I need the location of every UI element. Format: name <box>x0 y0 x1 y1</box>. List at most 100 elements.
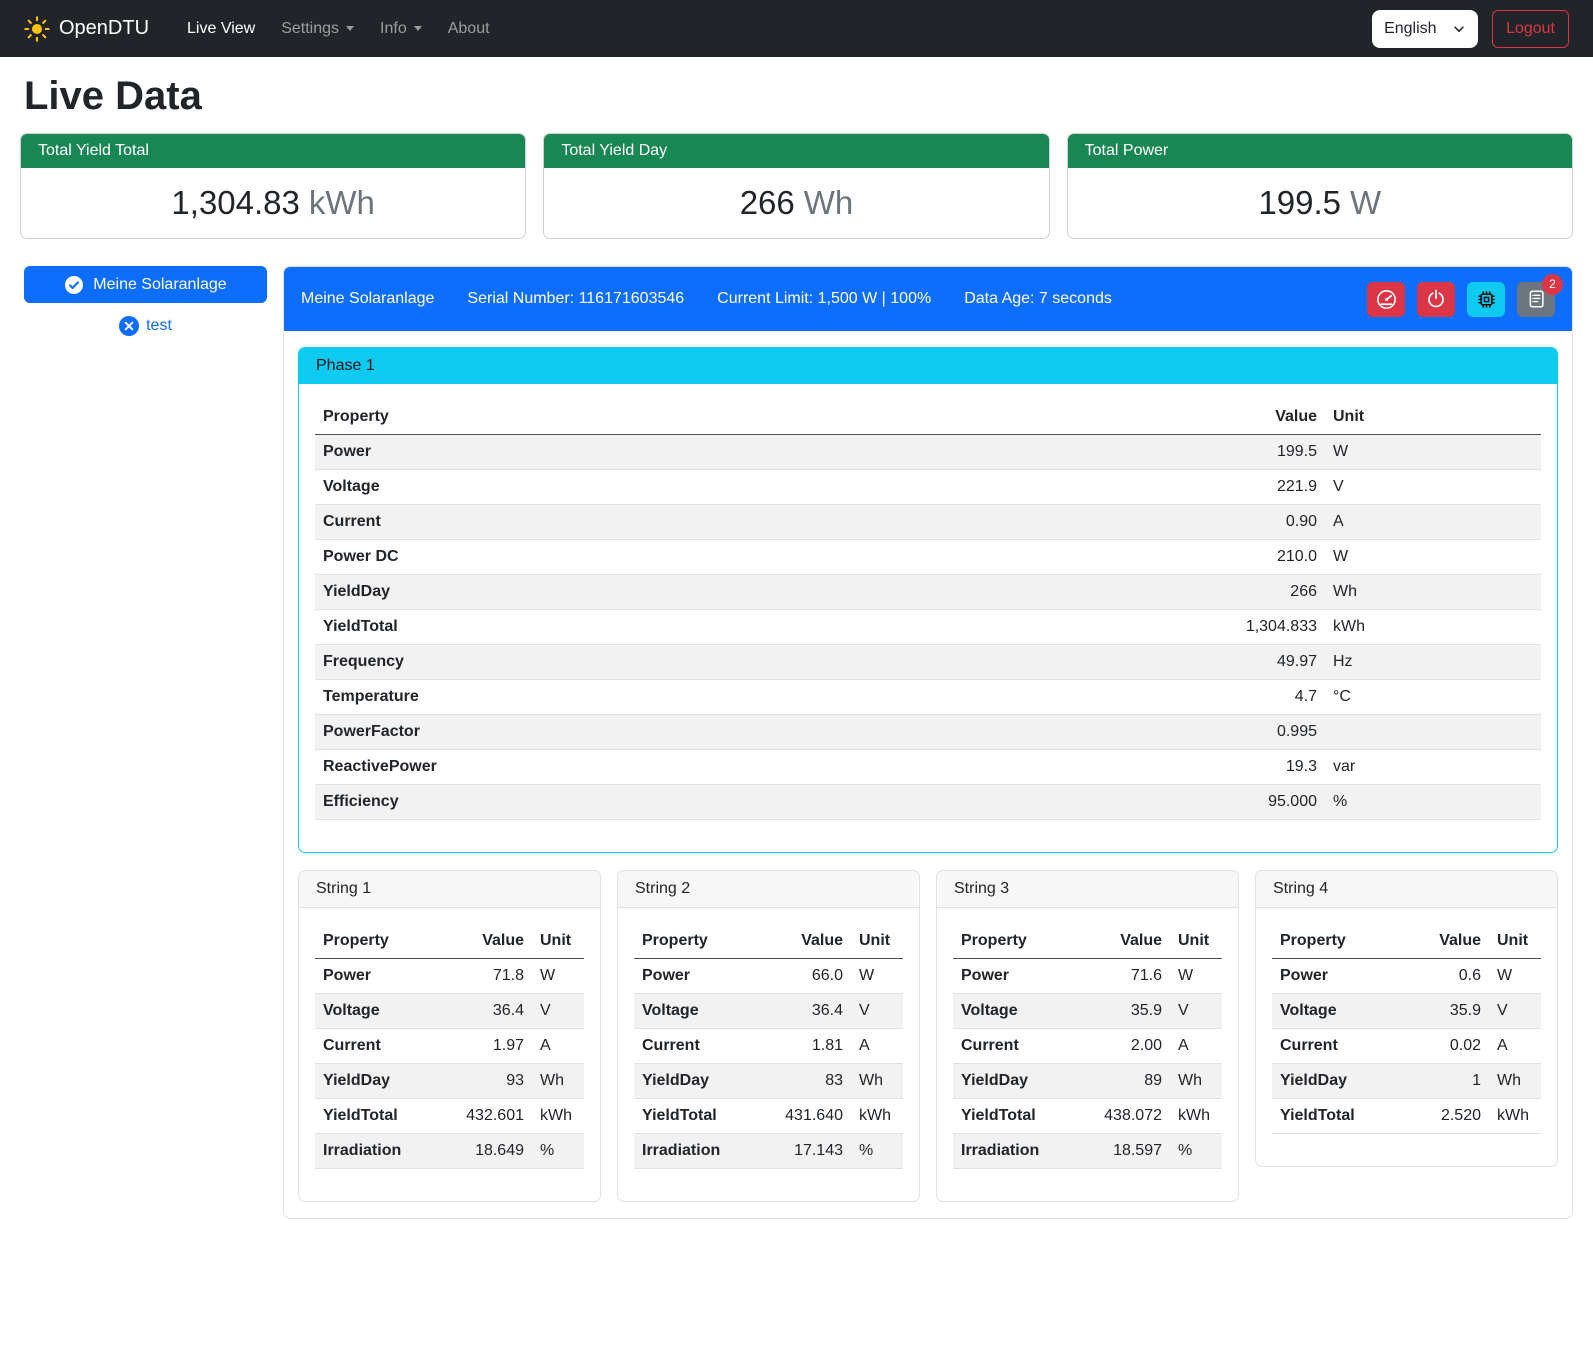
stat-card-title: Total Power <box>1068 134 1572 168</box>
chevron-down-icon <box>1452 22 1466 36</box>
property-cell: Power <box>953 959 1074 994</box>
string-4-table: Property Value Unit Power0.6WVoltage35.9… <box>1272 924 1541 1134</box>
column-header-property: Property <box>315 400 1195 435</box>
table-row: Current1.97A <box>315 1029 584 1064</box>
value-cell: 0.995 <box>1195 715 1325 750</box>
property-cell: YieldDay <box>315 575 1195 610</box>
property-cell: Voltage <box>315 994 436 1029</box>
unit-cell: Hz <box>1325 645 1541 680</box>
cpu-icon <box>1476 289 1497 310</box>
nav-item-live-view[interactable]: Live View <box>177 12 265 46</box>
table-row: YieldTotal1,304.833kWh <box>315 610 1541 645</box>
string-3-card: String 3 Property Value Unit <box>936 870 1239 1202</box>
column-header-unit: Unit <box>1170 924 1222 959</box>
value-cell: 199.5 <box>1195 435 1325 470</box>
unit-cell: V <box>1325 470 1541 505</box>
inverter-link-label: test <box>146 317 172 335</box>
table-row: YieldTotal431.640kWh <box>634 1099 903 1134</box>
property-cell: Current <box>634 1029 755 1064</box>
speedometer-icon <box>1376 289 1397 310</box>
total-yield-day-card: Total Yield Day 266Wh <box>543 133 1049 239</box>
journal-text-icon <box>1526 289 1546 309</box>
property-cell: YieldTotal <box>634 1099 755 1134</box>
brand[interactable]: OpenDTU <box>24 16 149 42</box>
stat-card-title: Total Yield Total <box>21 134 525 168</box>
unit-cell: % <box>1325 785 1541 820</box>
column-header-value: Value <box>436 924 532 959</box>
unit-cell: Wh <box>1170 1064 1222 1099</box>
phase-panel: Phase 1 Property Value Unit <box>298 347 1558 853</box>
chevron-down-icon <box>346 26 354 31</box>
stat-card-value: 1,304.83 <box>171 184 299 221</box>
nav-item-label: Live View <box>187 20 255 38</box>
table-row: Current1.81A <box>634 1029 903 1064</box>
table-row: Efficiency95.000% <box>315 785 1541 820</box>
inverter-actions: 2 <box>1367 282 1555 317</box>
language-selected-value: English <box>1384 20 1436 38</box>
table-row: Voltage35.9V <box>1272 994 1541 1029</box>
unit-cell: V <box>851 994 903 1029</box>
power-button[interactable] <box>1417 282 1455 317</box>
device-info-button[interactable] <box>1467 282 1505 317</box>
column-header-property: Property <box>953 924 1074 959</box>
nav-item-label: Info <box>380 20 407 38</box>
nav-item-info[interactable]: Info <box>370 12 432 46</box>
property-cell: Power <box>634 959 755 994</box>
nav-item-about[interactable]: About <box>438 12 500 46</box>
inverter-button-test[interactable]: test <box>24 316 267 336</box>
value-cell: 95.000 <box>1195 785 1325 820</box>
unit-cell: var <box>1325 750 1541 785</box>
inverter-button-meine-solaranlage[interactable]: Meine Solaranlage <box>24 266 267 303</box>
unit-cell: V <box>532 994 584 1029</box>
value-cell: 1 <box>1393 1064 1489 1099</box>
unit-cell: kWh <box>851 1099 903 1134</box>
table-row: YieldTotal432.601kWh <box>315 1099 584 1134</box>
nav-item-settings[interactable]: Settings <box>271 12 364 46</box>
unit-cell: W <box>532 959 584 994</box>
property-cell: YieldDay <box>953 1064 1074 1099</box>
value-cell: 19.3 <box>1195 750 1325 785</box>
unit-cell: Wh <box>1489 1064 1541 1099</box>
property-cell: YieldTotal <box>953 1099 1074 1134</box>
string-4-card: String 4 Property Value Unit <box>1255 870 1558 1167</box>
language-select[interactable]: English <box>1372 10 1478 48</box>
table-row: Current0.90A <box>315 505 1541 540</box>
value-cell: 71.8 <box>436 959 532 994</box>
value-cell: 2.520 <box>1393 1099 1489 1134</box>
stat-card-unit: W <box>1350 184 1381 221</box>
property-cell: Current <box>953 1029 1074 1064</box>
event-log-button[interactable]: 2 <box>1517 282 1555 317</box>
value-cell: 89 <box>1074 1064 1170 1099</box>
table-row: Voltage36.4V <box>634 994 903 1029</box>
table-row: Power71.6W <box>953 959 1222 994</box>
sun-icon <box>24 16 50 42</box>
unit-cell: Wh <box>851 1064 903 1099</box>
unit-cell: W <box>1325 540 1541 575</box>
unit-cell: A <box>1325 505 1541 540</box>
unit-cell: kWh <box>1325 610 1541 645</box>
logout-button[interactable]: Logout <box>1492 10 1569 48</box>
unit-cell: V <box>1170 994 1222 1029</box>
unit-cell: Wh <box>1325 575 1541 610</box>
value-cell: 18.597 <box>1074 1134 1170 1169</box>
unit-cell: kWh <box>1170 1099 1222 1134</box>
unit-cell: kWh <box>1489 1099 1541 1134</box>
unit-cell: W <box>1170 959 1222 994</box>
inverter-button-label: Meine Solaranlage <box>93 276 226 294</box>
stat-card-value: 266 <box>740 184 795 221</box>
inverter-card: Meine Solaranlage Serial Number: 1161716… <box>283 266 1573 1219</box>
property-cell: Temperature <box>315 680 1195 715</box>
value-cell: 66.0 <box>755 959 851 994</box>
inverter-card-header: Meine Solaranlage Serial Number: 1161716… <box>284 267 1572 331</box>
phase-panel-title: Phase 1 <box>299 348 1557 384</box>
unit-cell: Wh <box>532 1064 584 1099</box>
value-cell: 221.9 <box>1195 470 1325 505</box>
total-power-card: Total Power 199.5W <box>1067 133 1573 239</box>
chevron-down-icon <box>414 26 422 31</box>
unit-cell: A <box>851 1029 903 1064</box>
table-row: Power0.6W <box>1272 959 1541 994</box>
property-cell: Current <box>315 505 1195 540</box>
value-cell: 49.97 <box>1195 645 1325 680</box>
column-header-unit: Unit <box>851 924 903 959</box>
limit-settings-button[interactable] <box>1367 282 1405 317</box>
